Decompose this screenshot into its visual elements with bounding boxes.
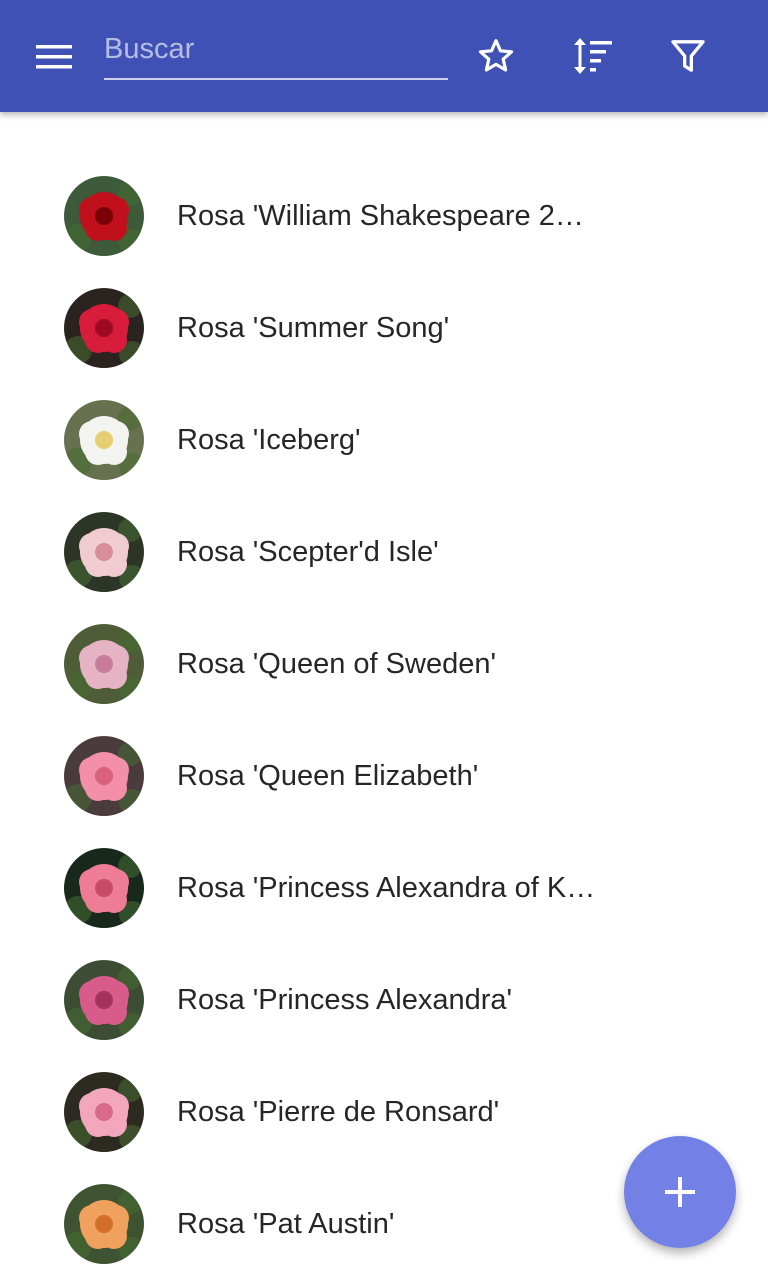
plant-thumbnail xyxy=(64,176,144,256)
plant-name: Rosa 'Scepter'd Isle' xyxy=(177,536,439,568)
rose-photo xyxy=(64,288,144,368)
rose-photo xyxy=(64,848,144,928)
plant-name: Rosa 'Pierre de Ronsard' xyxy=(177,1096,500,1128)
plant-thumbnail xyxy=(64,736,144,816)
plant-list: Rosa 'William Shakespeare 2000' Rosa 'Sum… xyxy=(0,160,768,1280)
filter-button[interactable] xyxy=(660,28,716,84)
rose-photo xyxy=(64,624,144,704)
plant-list-item[interactable]: Rosa 'Scepter'd Isle' xyxy=(0,496,768,608)
search-field xyxy=(104,20,448,82)
plant-list-item[interactable]: Rosa 'Iceberg' xyxy=(0,384,768,496)
sort-icon xyxy=(574,38,612,74)
plant-thumbnail xyxy=(64,1184,144,1264)
plant-thumbnail xyxy=(64,848,144,928)
menu-icon xyxy=(36,45,72,69)
menu-button[interactable] xyxy=(20,32,92,80)
plant-name: Rosa 'Iceberg' xyxy=(177,424,361,456)
plus-icon xyxy=(665,1177,695,1207)
rose-photo xyxy=(64,176,144,256)
plant-thumbnail xyxy=(64,400,144,480)
sort-button[interactable] xyxy=(563,28,619,84)
plant-name: Rosa 'Summer Song' xyxy=(177,312,450,344)
plant-thumbnail xyxy=(64,1072,144,1152)
rose-photo xyxy=(64,1072,144,1152)
favorites-button[interactable] xyxy=(468,28,524,84)
star-outline-icon xyxy=(478,39,514,72)
plant-name: Rosa 'Pat Austin' xyxy=(177,1208,395,1240)
search-input[interactable] xyxy=(104,20,448,80)
plant-list-item[interactable]: Rosa 'Queen of Sweden' xyxy=(0,608,768,720)
filter-icon xyxy=(671,40,705,72)
plant-name: Rosa 'Queen of Sweden' xyxy=(177,648,496,680)
plant-thumbnail xyxy=(64,960,144,1040)
rose-photo xyxy=(64,1184,144,1264)
plant-name: Rosa 'Princess Alexandra' xyxy=(177,984,513,1016)
plant-thumbnail xyxy=(64,624,144,704)
rose-photo xyxy=(64,960,144,1040)
rose-photo xyxy=(64,400,144,480)
plant-list-item[interactable]: Rosa 'Queen Elizabeth' xyxy=(0,720,768,832)
plant-name: Rosa 'Queen Elizabeth' xyxy=(177,760,479,792)
plant-list-item[interactable]: Rosa 'Summer Song' xyxy=(0,272,768,384)
plant-thumbnail xyxy=(64,512,144,592)
plant-thumbnail xyxy=(64,288,144,368)
add-button[interactable] xyxy=(624,1136,736,1248)
app-bar xyxy=(0,0,768,112)
plant-name: Rosa 'Princess Alexandra of Kent' xyxy=(177,872,597,904)
plant-list-item[interactable]: Rosa 'Princess Alexandra of Kent' xyxy=(0,832,768,944)
plant-list-item[interactable]: Rosa 'William Shakespeare 2000' xyxy=(0,160,768,272)
rose-photo xyxy=(64,512,144,592)
plant-name: Rosa 'William Shakespeare 2000' xyxy=(177,200,597,232)
plant-list-item[interactable]: Rosa 'Princess Alexandra' xyxy=(0,944,768,1056)
rose-photo xyxy=(64,736,144,816)
